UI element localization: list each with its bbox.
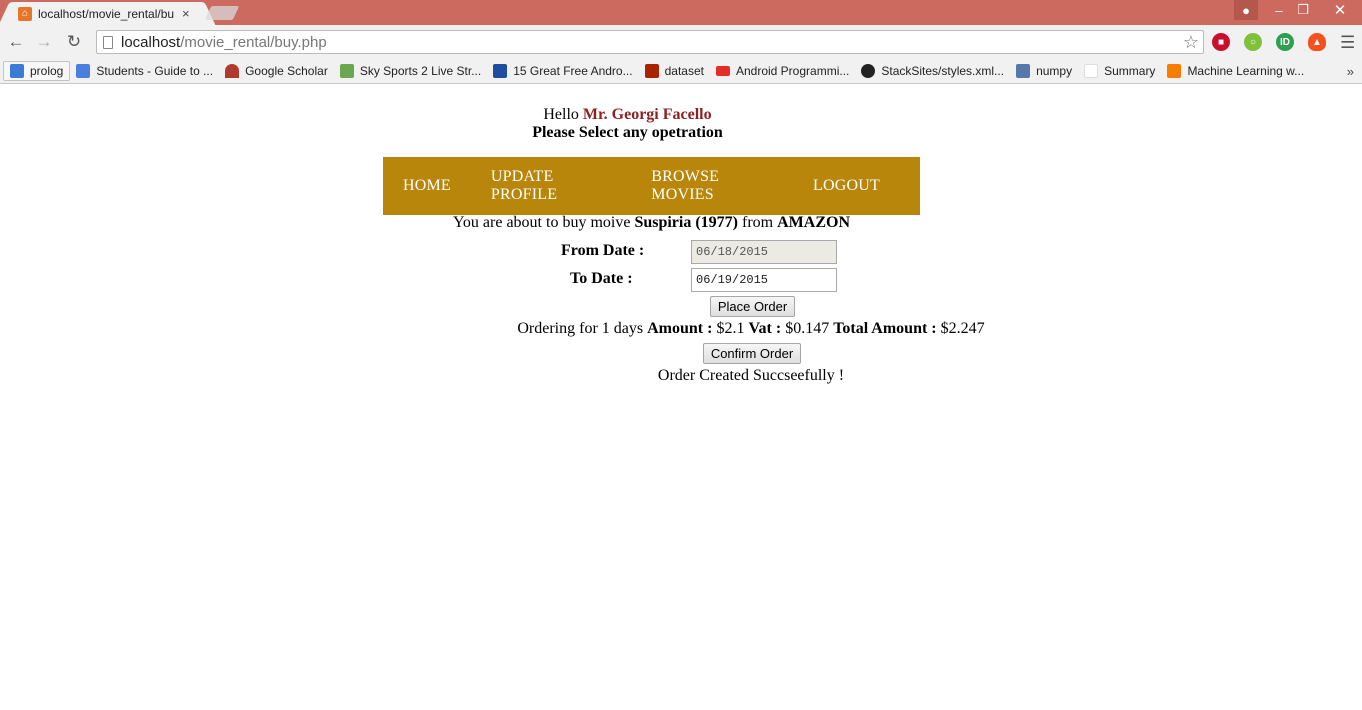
browser-tab[interactable]: ⌂ localhost/movie_rental/bu × xyxy=(12,2,202,25)
id-extension-icon[interactable]: ID xyxy=(1276,33,1294,51)
bookmark-item[interactable]: prolog xyxy=(3,61,71,81)
chat-extension-icon[interactable]: ○ xyxy=(1244,33,1262,51)
bookmark-item[interactable]: Sky Sports 2 Live Str... xyxy=(334,61,487,81)
nav-logout[interactable]: LOGOUT xyxy=(813,177,880,195)
bookmark-label: Machine Learning w... xyxy=(1187,64,1305,78)
adblock-extension-icon[interactable]: ■ xyxy=(1212,33,1230,51)
fire-extension-icon[interactable]: ▲ xyxy=(1308,33,1326,51)
place-order-button[interactable]: Place Order xyxy=(710,296,795,317)
vat-label: Vat : xyxy=(748,320,782,337)
bookmark-label: StackSites/styles.xml... xyxy=(881,64,1005,78)
new-tab-button[interactable] xyxy=(204,6,240,20)
tv-icon xyxy=(339,64,354,78)
github-icon xyxy=(861,64,876,78)
address-bar[interactable]: localhost/movie_rental/buy.php ☆ xyxy=(96,30,1204,54)
tab-close-icon[interactable]: × xyxy=(182,6,190,21)
user-name: Mr. Georgi Facello xyxy=(582,106,712,123)
main-nav: HOME UPDATE PROFILE BROWSE MOVIES LOGOUT xyxy=(383,157,920,215)
reload-icon[interactable]: ↻ xyxy=(64,32,84,52)
browser-toolbar: ← → ↻ localhost/movie_rental/buy.php ☆ ■… xyxy=(0,25,1362,59)
bookmark-label: Android Programmi... xyxy=(735,64,850,78)
blogger-icon xyxy=(1167,64,1182,78)
efy-icon xyxy=(493,64,508,78)
bookmark-item[interactable]: Machine Learning w... xyxy=(1161,61,1310,81)
url-host: localhost xyxy=(121,33,181,51)
bookmark-item[interactable]: 15 Great Free Andro... xyxy=(487,61,638,81)
bookmark-star-icon[interactable]: ☆ xyxy=(1183,32,1199,53)
purchase-from: from xyxy=(742,214,774,231)
amount-value: $2.1 xyxy=(716,320,745,337)
bookmarks-bar: prolog Students - Guide to ... Google Sc… xyxy=(0,59,1362,84)
numpy-icon xyxy=(1016,64,1031,78)
movie-title: Suspiria (1977) xyxy=(634,214,739,231)
bookmark-label: 15 Great Free Andro... xyxy=(513,64,633,78)
tab-title: localhost/movie_rental/bu xyxy=(38,6,175,21)
greeting-hello: Hello xyxy=(543,106,579,123)
page-content: Hello Mr. Georgi Facello Please Select a… xyxy=(0,85,1362,710)
store-name: AMAZON xyxy=(777,214,851,231)
scholar-icon xyxy=(225,64,240,78)
bookmark-label: prolog xyxy=(30,64,64,78)
bookmark-item[interactable]: StackSites/styles.xml... xyxy=(855,61,1010,81)
back-arrow-icon[interactable]: ← xyxy=(6,32,26,52)
from-date-field xyxy=(691,240,837,264)
vat-value: $0.147 xyxy=(785,320,830,337)
from-date-label: From Date : xyxy=(561,242,645,259)
nav-home[interactable]: HOME xyxy=(403,177,451,195)
total-label: Total Amount : xyxy=(833,320,937,337)
minimize-button[interactable]: – xyxy=(1268,0,1290,20)
page-icon xyxy=(1084,64,1099,78)
bookmark-item[interactable]: dataset xyxy=(639,61,710,81)
user-profile-icon[interactable]: ● xyxy=(1234,0,1258,20)
nav-browse-movies[interactable]: BROWSE MOVIES xyxy=(651,168,773,204)
amount-label: Amount : xyxy=(647,320,713,337)
bookmark-item[interactable]: Android Programmi... xyxy=(710,61,855,81)
total-value: $2.247 xyxy=(940,320,985,337)
purchase-prefix: You are about to buy moive xyxy=(452,214,631,231)
prolog-icon xyxy=(10,64,24,78)
url-path: /movie_rental/buy.php xyxy=(180,33,327,51)
greeting-prompt: Please Select any opetration xyxy=(532,124,723,141)
purchase-summary: You are about to buy moive Suspiria (197… xyxy=(383,214,920,232)
bookmark-label: Google Scholar xyxy=(245,64,328,78)
bookmark-label: Students - Guide to ... xyxy=(96,64,214,78)
order-summary: Ordering for 1 days Amount : $2.1 Vat : … xyxy=(480,320,1022,338)
forward-arrow-icon[interactable]: → xyxy=(34,32,54,52)
hamburger-menu-icon[interactable]: ☰ xyxy=(1340,33,1355,53)
youtube-icon xyxy=(715,66,730,76)
title-bar: ⌂ localhost/movie_rental/bu × ● – ❐ ✕ xyxy=(0,0,1362,25)
bookmark-item[interactable]: Summary xyxy=(1078,61,1161,81)
close-window-button[interactable]: ✕ xyxy=(1328,0,1352,20)
xampp-icon: ⌂ xyxy=(18,6,32,21)
bookmark-item[interactable]: Students - Guide to ... xyxy=(70,61,219,81)
confirm-order-button[interactable]: Confirm Order xyxy=(703,343,801,364)
bookmark-label: Summary xyxy=(1104,64,1156,78)
order-days: Ordering for 1 days xyxy=(517,320,644,337)
google-plus-icon xyxy=(76,64,91,78)
bookmark-label: numpy xyxy=(1036,64,1073,78)
url-text: localhost/movie_rental/buy.php xyxy=(121,34,327,51)
to-date-field[interactable] xyxy=(691,268,837,292)
quora-icon xyxy=(644,64,659,78)
bookmark-label: dataset xyxy=(664,64,704,78)
to-date-label: To Date : xyxy=(570,270,633,287)
bookmark-item[interactable]: Google Scholar xyxy=(219,61,334,81)
bookmark-item[interactable]: numpy xyxy=(1010,61,1078,81)
nav-update-profile[interactable]: UPDATE PROFILE xyxy=(491,168,611,204)
restore-button[interactable]: ❐ xyxy=(1292,0,1314,20)
greeting: Hello Mr. Georgi Facello Please Select a… xyxy=(383,106,872,142)
status-message: Order Created Succseefully ! xyxy=(657,367,845,384)
page-icon xyxy=(103,35,113,49)
bookmarks-overflow-icon[interactable]: » xyxy=(1347,64,1354,79)
bookmark-label: Sky Sports 2 Live Str... xyxy=(359,64,482,78)
